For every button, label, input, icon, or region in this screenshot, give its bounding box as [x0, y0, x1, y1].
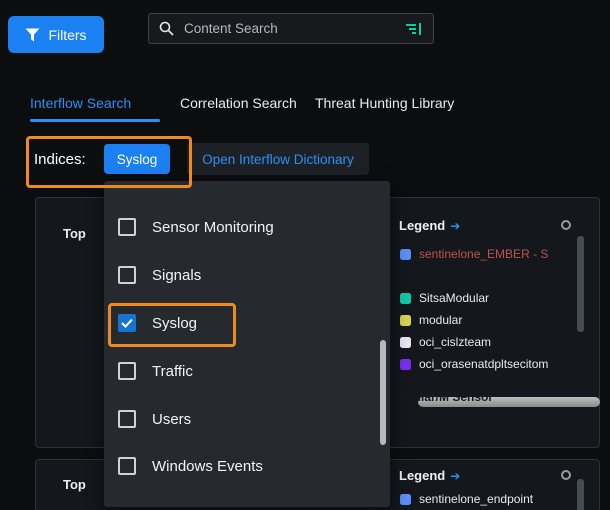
legend-item[interactable]: SitsaModular [400, 291, 489, 305]
indices-label: Indices: [34, 151, 86, 168]
tab-interflow-search[interactable]: Interflow Search [30, 95, 131, 111]
legend-swatch [400, 249, 411, 260]
advanced-search-icon[interactable] [403, 22, 423, 36]
checkbox[interactable] [118, 218, 136, 236]
dropdown-item-sensor-monitoring[interactable]: Sensor Monitoring [104, 203, 390, 251]
dropdown-item-label: Windows Events [152, 458, 263, 475]
legend-label: oci_orasenatdpltsecitom [419, 357, 548, 371]
top-label-1: Top [63, 226, 86, 241]
checkbox[interactable] [118, 362, 136, 380]
dropdown-item-signals[interactable]: Signals [104, 251, 390, 299]
legend-swatch [400, 359, 411, 370]
filters-button-label: Filters [48, 27, 86, 43]
legend-arrow-icon[interactable]: ➔ [450, 469, 460, 483]
search-icon [159, 21, 174, 36]
checkbox[interactable] [118, 314, 136, 332]
legend-label: sentinelone_endpoint [419, 492, 533, 506]
funnel-icon [25, 28, 40, 42]
dropdown-item-label: Users [152, 411, 191, 428]
dropdown-scrollbar[interactable] [380, 340, 386, 445]
legend-title-1: Legend ➔ [399, 218, 460, 233]
legend-scrollbar-2[interactable] [577, 479, 584, 510]
legend-item[interactable]: oci_orasenatdpltsecitom [400, 357, 548, 371]
legend-scrollbar-1[interactable] [577, 236, 584, 332]
content-search-box [148, 13, 434, 44]
indices-selected-button[interactable]: Syslog [104, 144, 170, 174]
dropdown-item-label: Signals [152, 267, 201, 284]
dropdown-item-windows-events[interactable]: Windows Events [104, 442, 390, 490]
active-tab-underline [30, 119, 160, 122]
dropdown-item-label: Syslog [152, 315, 197, 332]
checkbox[interactable] [118, 410, 136, 428]
legend-item[interactable]: modular [400, 313, 462, 327]
legend-arrow-icon[interactable]: ➔ [450, 219, 460, 233]
dropdown-item-syslog[interactable]: Syslog [104, 299, 390, 347]
checkbox[interactable] [118, 266, 136, 284]
chart-bar-label: Stellar/M Sensor [399, 390, 493, 404]
open-interflow-dictionary-button[interactable]: Open Interflow Dictionary [187, 143, 369, 175]
dropdown-item-traffic[interactable]: Traffic [104, 347, 390, 395]
legend-title-text: Legend [399, 468, 445, 483]
legend-label: sentinelone_EMBER - S [419, 247, 548, 261]
legend-swatch [400, 293, 411, 304]
dropdown-item-users[interactable]: Users [104, 395, 390, 443]
legend-item[interactable]: oci_cislzteam [400, 335, 491, 349]
checkbox[interactable] [118, 457, 136, 475]
filters-button[interactable]: Filters [8, 16, 104, 53]
dropdown-item-label: Sensor Monitoring [152, 219, 274, 236]
legend-swatch [400, 315, 411, 326]
legend-label: oci_cislzteam [419, 335, 491, 349]
legend-label: SitsaModular [419, 291, 489, 305]
legend-swatch [400, 337, 411, 348]
top-label-2: Top [63, 477, 86, 492]
legend-item[interactable]: sentinelone_endpoint [400, 492, 533, 506]
legend-title-text: Legend [399, 218, 445, 233]
circle-icon[interactable] [561, 220, 571, 230]
tab-threat-hunting-library[interactable]: Threat Hunting Library [315, 95, 454, 111]
indices-dropdown: Sensor Monitoring Signals Syslog Traffic… [104, 181, 390, 507]
legend-item[interactable]: sentinelone_EMBER - S [400, 247, 548, 261]
circle-icon[interactable] [561, 470, 571, 480]
legend-label: modular [419, 313, 462, 327]
content-search-input[interactable] [182, 20, 395, 37]
app-window: Top Top Legend ➔ sentinelone_EMBER - S S… [0, 0, 610, 510]
dropdown-item-label: Traffic [152, 363, 193, 380]
legend-swatch [400, 494, 411, 505]
legend-title-2: Legend ➔ [399, 468, 460, 483]
tab-correlation-search[interactable]: Correlation Search [180, 95, 297, 111]
